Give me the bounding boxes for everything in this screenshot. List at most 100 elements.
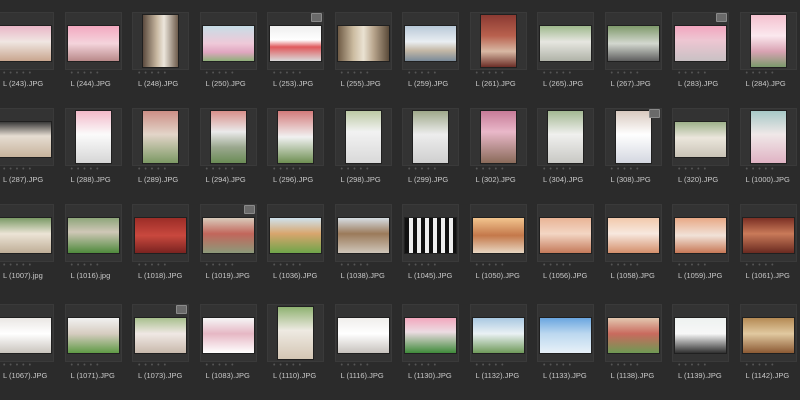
thumbnail-image[interactable] <box>742 318 794 353</box>
file-thumbnail[interactable]: • • • • • L (255).JPG <box>334 6 392 106</box>
thumbnail-frame[interactable] <box>199 304 257 362</box>
thumbnail-image[interactable] <box>135 218 186 253</box>
file-thumbnail[interactable]: • • • • • L (1139).JPG <box>672 298 729 398</box>
thumbnail-frame[interactable] <box>267 12 324 70</box>
thumbnail-frame[interactable] <box>672 204 729 262</box>
thumbnail-image[interactable] <box>67 318 119 353</box>
thumbnail-frame[interactable] <box>64 12 122 70</box>
thumbnail-frame[interactable] <box>537 12 594 70</box>
thumbnail-image[interactable] <box>480 111 516 163</box>
thumbnail-frame[interactable] <box>739 304 797 362</box>
thumbnail-frame[interactable] <box>334 304 392 362</box>
thumbnail-frame[interactable] <box>537 304 594 362</box>
thumbnail-image[interactable] <box>143 15 178 67</box>
thumbnail-image[interactable] <box>278 111 313 163</box>
file-thumbnail[interactable]: • • • • • L (1045).JPG <box>402 198 459 298</box>
file-thumbnail[interactable]: • • • • • L (1067).JPG <box>0 298 54 398</box>
thumbnail-image[interactable] <box>413 111 448 163</box>
thumbnail-image[interactable] <box>337 218 389 253</box>
file-thumbnail[interactable]: • • • • • L (267).JPG <box>604 6 662 106</box>
file-thumbnail[interactable]: • • • • • L (1138).JPG <box>604 298 662 398</box>
thumbnail-frame[interactable] <box>132 108 189 166</box>
file-thumbnail[interactable]: • • • • • L (302).JPG <box>469 102 527 202</box>
thumbnail-image[interactable] <box>270 218 321 253</box>
thumbnail-frame[interactable] <box>267 204 324 262</box>
file-thumbnail[interactable]: • • • • • L (304).JPG <box>537 102 594 202</box>
thumbnail-frame[interactable] <box>402 204 459 262</box>
thumbnail-image[interactable] <box>210 111 246 163</box>
thumbnail-image[interactable] <box>675 122 726 157</box>
file-thumbnail[interactable]: • • • • • L (1058).JPG <box>604 198 662 298</box>
thumbnail-image[interactable] <box>405 218 456 253</box>
thumbnail-image[interactable] <box>750 15 786 67</box>
thumbnail-frame[interactable] <box>402 108 459 166</box>
thumbnail-image[interactable] <box>480 15 516 67</box>
thumbnail-frame[interactable] <box>64 304 122 362</box>
file-thumbnail[interactable]: • • • • • L (1007).jpg <box>0 198 54 298</box>
thumbnail-frame[interactable] <box>0 304 54 362</box>
thumbnail-image[interactable] <box>202 218 254 253</box>
thumbnail-image[interactable] <box>270 26 321 61</box>
thumbnail-frame[interactable] <box>199 204 257 262</box>
file-thumbnail[interactable]: • • • • • L (265).JPG <box>537 6 594 106</box>
file-thumbnail[interactable]: • • • • • L (1073).JPG <box>132 298 189 398</box>
thumbnail-frame[interactable] <box>132 204 189 262</box>
thumbnail-frame[interactable] <box>267 108 324 166</box>
file-thumbnail[interactable]: • • • • • L (1019).JPG <box>199 198 257 298</box>
thumbnail-frame[interactable] <box>199 12 257 70</box>
thumbnail-frame[interactable] <box>267 304 324 362</box>
file-thumbnail[interactable]: • • • • • L (1016).jpg <box>64 198 122 298</box>
thumbnail-image[interactable] <box>75 111 111 163</box>
thumbnail-image[interactable] <box>607 26 659 61</box>
file-thumbnail[interactable]: • • • • • L (1056).JPG <box>537 198 594 298</box>
thumbnail-image[interactable] <box>472 218 524 253</box>
thumbnail-image[interactable] <box>0 122 51 157</box>
thumbnail-image[interactable] <box>143 111 178 163</box>
thumbnail-image[interactable] <box>405 26 456 61</box>
file-thumbnail[interactable]: • • • • • L (244).JPG <box>64 6 122 106</box>
file-thumbnail[interactable]: • • • • • L (298).JPG <box>334 102 392 202</box>
thumbnail-image[interactable] <box>675 26 726 61</box>
thumbnail-frame[interactable] <box>334 12 392 70</box>
file-thumbnail[interactable]: • • • • • L (283).JPG <box>672 6 729 106</box>
thumbnail-image[interactable] <box>278 307 313 359</box>
thumbnail-image[interactable] <box>540 318 591 353</box>
thumbnail-frame[interactable] <box>402 304 459 362</box>
file-thumbnail[interactable]: • • • • • L (1142).JPG <box>739 298 797 398</box>
file-thumbnail[interactable]: • • • • • L (1050).JPG <box>469 198 527 298</box>
file-thumbnail[interactable]: • • • • • L (1038).JPG <box>334 198 392 298</box>
thumbnail-frame[interactable] <box>739 108 797 166</box>
thumbnail-frame[interactable] <box>0 12 54 70</box>
thumbnail-frame[interactable] <box>604 12 662 70</box>
file-thumbnail[interactable]: • • • • • L (243).JPG <box>0 6 54 106</box>
thumbnail-frame[interactable] <box>199 108 257 166</box>
file-thumbnail[interactable]: • • • • • L (250).JPG <box>199 6 257 106</box>
file-thumbnail[interactable]: • • • • • L (261).JPG <box>469 6 527 106</box>
thumbnail-image[interactable] <box>0 218 51 253</box>
thumbnail-image[interactable] <box>540 218 591 253</box>
thumbnail-frame[interactable] <box>132 304 189 362</box>
thumbnail-frame[interactable] <box>469 304 527 362</box>
file-thumbnail[interactable]: • • • • • L (259).JPG <box>402 6 459 106</box>
file-thumbnail[interactable]: • • • • • L (1018).JPG <box>132 198 189 298</box>
thumbnail-frame[interactable] <box>132 12 189 70</box>
thumbnail-image[interactable] <box>742 218 794 253</box>
thumbnail-frame[interactable] <box>739 12 797 70</box>
thumbnail-frame[interactable] <box>672 304 729 362</box>
file-thumbnail[interactable]: • • • • • L (289).JPG <box>132 102 189 202</box>
thumbnail-image[interactable] <box>202 26 254 61</box>
thumbnail-image[interactable] <box>675 318 726 353</box>
thumbnail-image[interactable] <box>405 318 456 353</box>
thumbnail-image[interactable] <box>337 26 389 61</box>
file-thumbnail[interactable]: • • • • • L (1000).JPG <box>739 102 797 202</box>
thumbnail-image[interactable] <box>337 318 389 353</box>
thumbnail-image[interactable] <box>67 26 119 61</box>
thumbnail-frame[interactable] <box>469 12 527 70</box>
file-thumbnail[interactable]: • • • • • L (296).JPG <box>267 102 324 202</box>
thumbnail-image[interactable] <box>202 318 254 353</box>
file-thumbnail[interactable]: • • • • • L (1130).JPG <box>402 298 459 398</box>
file-thumbnail[interactable]: • • • • • L (1133).JPG <box>537 298 594 398</box>
thumbnail-image[interactable] <box>67 218 119 253</box>
file-thumbnail[interactable]: • • • • • L (299).JPG <box>402 102 459 202</box>
thumbnail-frame[interactable] <box>672 108 729 166</box>
